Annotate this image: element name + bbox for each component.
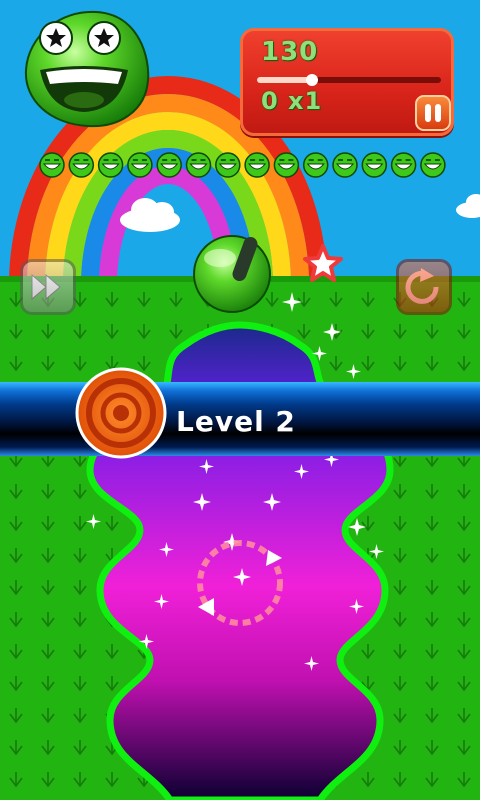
- launcher-ball[interactable]: [193, 235, 271, 313]
- level-progress-bar: [257, 74, 441, 86]
- combo-multiplier: 0 x1: [261, 87, 323, 115]
- level-progress-fill: [257, 77, 313, 83]
- remaining-ball-icon: [68, 152, 95, 178]
- remaining-ball-icon: [244, 152, 270, 178]
- remaining-ball-icon: [97, 152, 124, 178]
- remaining-ball-icon: [302, 152, 329, 178]
- remaining-ball-icon: [361, 152, 388, 178]
- remaining-ball-icon: [185, 152, 212, 178]
- level-progress-knob: [306, 74, 319, 86]
- remaining-ball-icon: [390, 152, 417, 178]
- remaining-ball-icon: [127, 152, 153, 178]
- remaining-ball-icon: [420, 152, 446, 178]
- fast-forward-button[interactable]: [20, 259, 76, 315]
- level-label: Level 2: [176, 405, 296, 438]
- pause-icon: [425, 104, 441, 122]
- pause-button[interactable]: [415, 95, 451, 131]
- score-panel: 130 0 x1: [240, 28, 454, 136]
- target-icon: [75, 367, 167, 459]
- restart-button[interactable]: [396, 259, 452, 315]
- remaining-ball-icon: [273, 152, 300, 178]
- remaining-ball-icon: [215, 152, 241, 178]
- remaining-ball-icon: [156, 152, 182, 178]
- score-value: 130: [261, 37, 319, 67]
- green-smiley-icon: [24, 10, 150, 128]
- remaining-ball-icon: [332, 152, 358, 178]
- remaining-ball-icon: [39, 152, 65, 178]
